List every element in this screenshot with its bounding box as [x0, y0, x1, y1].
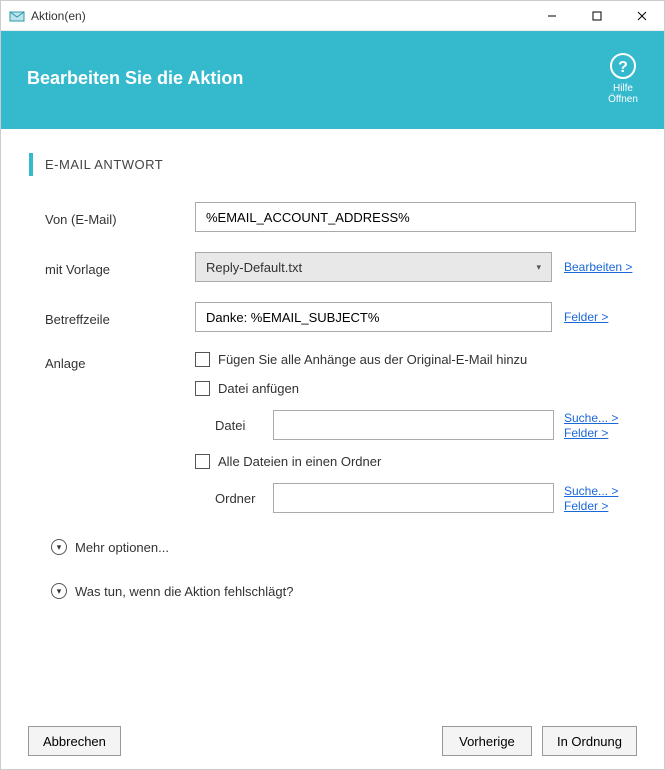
cancel-button[interactable]: Abbrechen	[28, 726, 121, 756]
row-from: Von (E-Mail)	[29, 202, 636, 232]
subrow-file: Datei Suche... > Felder >	[195, 410, 636, 440]
help-button[interactable]: ? Hilfe Öffnen	[608, 51, 638, 105]
from-label: Von (E-Mail)	[45, 208, 195, 227]
subject-input[interactable]	[195, 302, 552, 332]
svg-text:?: ?	[618, 59, 628, 76]
attach-folder-cb-label: Alle Dateien in einen Ordner	[218, 454, 381, 469]
expander-on-fail[interactable]: ▾ Was tun, wenn die Aktion fehlschlägt?	[29, 577, 636, 605]
section-title: E-MAIL ANTWORT	[29, 153, 636, 176]
template-edit-link[interactable]: Bearbeiten >	[564, 260, 636, 274]
from-input[interactable]	[195, 202, 636, 232]
folder-input[interactable]	[273, 483, 554, 513]
footer: Abbrechen Vorherige In Ordnung	[0, 712, 665, 770]
file-search-link[interactable]: Suche... >	[564, 411, 636, 425]
help-label-1: Hilfe	[608, 83, 638, 94]
folder-search-link[interactable]: Suche... >	[564, 484, 636, 498]
subject-fields-link[interactable]: Felder >	[564, 310, 636, 324]
maximize-button[interactable]	[574, 2, 619, 30]
row-template: mit Vorlage Reply-Default.txt ▾ Bearbeit…	[29, 252, 636, 282]
check-attach-all[interactable]: Fügen Sie alle Anhänge aus der Original-…	[195, 352, 636, 367]
folder-sublabel: Ordner	[215, 491, 263, 506]
checkbox-icon	[195, 381, 210, 396]
checkbox-icon	[195, 352, 210, 367]
file-sublabel: Datei	[215, 418, 263, 433]
help-label-2: Öffnen	[608, 94, 638, 105]
on-fail-label: Was tun, wenn die Aktion fehlschlägt?	[75, 584, 293, 599]
window-title: Aktion(en)	[31, 9, 529, 23]
close-button[interactable]	[619, 2, 664, 30]
row-subject: Betreffzeile Felder >	[29, 302, 636, 332]
expander-more-options[interactable]: ▾ Mehr optionen...	[29, 533, 636, 561]
folder-fields-link[interactable]: Felder >	[564, 499, 636, 513]
chevron-down-icon: ▾	[536, 262, 541, 273]
subject-label: Betreffzeile	[45, 308, 195, 327]
help-icon: ?	[608, 51, 638, 81]
checkbox-icon	[195, 454, 210, 469]
content: E-MAIL ANTWORT Von (E-Mail) mit Vorlage …	[1, 129, 664, 623]
check-attach-folder[interactable]: Alle Dateien in einen Ordner	[195, 454, 636, 469]
page-title: Bearbeiten Sie die Aktion	[27, 68, 608, 89]
check-attach-file[interactable]: Datei anfügen	[195, 381, 636, 396]
chevron-down-icon: ▾	[51, 583, 67, 599]
template-select[interactable]: Reply-Default.txt ▾	[195, 252, 552, 282]
file-input[interactable]	[273, 410, 554, 440]
chevron-down-icon: ▾	[51, 539, 67, 555]
file-fields-link[interactable]: Felder >	[564, 426, 636, 440]
titlebar: Aktion(en)	[1, 1, 664, 31]
row-attachments: Anlage Fügen Sie alle Anhänge aus der Or…	[29, 352, 636, 513]
subrow-folder: Ordner Suche... > Felder >	[195, 483, 636, 513]
minimize-button[interactable]	[529, 2, 574, 30]
attach-label: Anlage	[45, 352, 195, 371]
previous-button[interactable]: Vorherige	[442, 726, 532, 756]
ok-button[interactable]: In Ordnung	[542, 726, 637, 756]
header: Bearbeiten Sie die Aktion ? Hilfe Öffnen	[1, 31, 664, 129]
app-icon	[9, 8, 25, 24]
template-value: Reply-Default.txt	[206, 260, 302, 275]
attach-file-cb-label: Datei anfügen	[218, 381, 299, 396]
attach-all-label: Fügen Sie alle Anhänge aus der Original-…	[218, 352, 527, 367]
more-options-label: Mehr optionen...	[75, 540, 169, 555]
template-label: mit Vorlage	[45, 258, 195, 277]
